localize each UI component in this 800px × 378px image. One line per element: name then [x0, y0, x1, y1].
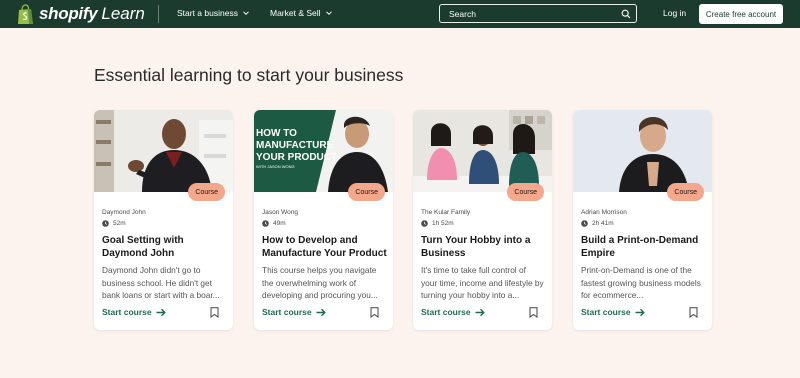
- bookmark-icon[interactable]: [689, 307, 698, 318]
- thumb-text-line: MANUFACTURE: [256, 140, 334, 151]
- search-icon[interactable]: [621, 9, 631, 19]
- top-navigation-bar: shopify Learn Start a business Market & …: [0, 0, 800, 28]
- course-title[interactable]: Turn Your Hobby into a Business: [421, 234, 546, 260]
- start-course-label: Start course: [102, 307, 152, 317]
- thumb-text-line: YOUR PRODUCT: [256, 152, 337, 163]
- course-badge: Course: [507, 183, 544, 201]
- course-card[interactable]: Course The Kular Family 1h 52m Turn Your…: [413, 110, 552, 330]
- search-box[interactable]: [439, 4, 637, 23]
- start-course-label: Start course: [421, 307, 471, 317]
- course-card[interactable]: Course Daymond John 52m Goal Setting wit…: [94, 110, 233, 330]
- start-course-link[interactable]: Start course: [421, 307, 485, 317]
- course-title[interactable]: Build a Print-on-Demand Empire: [581, 234, 706, 260]
- login-link[interactable]: Log in: [663, 8, 686, 18]
- chevron-down-icon: [243, 11, 249, 16]
- course-thumbnail: [413, 110, 552, 192]
- course-thumbnail: [94, 110, 233, 192]
- nav-item-label: Start a business: [177, 8, 238, 18]
- course-thumbnail: [573, 110, 712, 192]
- start-course-link[interactable]: Start course: [102, 307, 166, 317]
- clock-icon: [102, 220, 109, 227]
- course-badge: Course: [348, 183, 385, 201]
- thumb-text-line: HOW TO: [256, 128, 297, 139]
- nav-start-a-business[interactable]: Start a business: [177, 8, 250, 18]
- bookmark-icon[interactable]: [529, 307, 538, 318]
- brand-product: Learn: [101, 4, 145, 23]
- course-duration-text: 49m: [273, 220, 286, 227]
- search-input[interactable]: [449, 8, 619, 19]
- start-course-label: Start course: [262, 307, 312, 317]
- arrow-right-icon: [635, 308, 645, 316]
- course-title[interactable]: Goal Setting with Daymond John: [102, 234, 227, 260]
- bookmark-icon[interactable]: [370, 307, 379, 318]
- shopify-bag-icon: [18, 3, 33, 24]
- course-description: This course helps you navigate the overw…: [262, 265, 378, 300]
- clock-icon: [421, 220, 428, 227]
- nav-divider: [158, 5, 159, 23]
- course-thumbnail-image: [413, 110, 552, 192]
- start-course-link[interactable]: Start course: [581, 307, 645, 317]
- course-description: Daymond John didn't go to business schoo…: [102, 265, 220, 300]
- course-duration: 49m: [262, 220, 286, 227]
- bookmark-icon[interactable]: [210, 307, 219, 318]
- course-author: The Kular Family: [421, 209, 471, 216]
- start-course-link[interactable]: Start course: [262, 307, 326, 317]
- course-thumbnail-image: [94, 110, 233, 192]
- course-duration: 1h 52m: [421, 220, 454, 227]
- course-card[interactable]: HOW TO MANUFACTURE YOUR PRODUCT WITH JAS…: [254, 110, 393, 330]
- arrow-right-icon: [475, 308, 485, 316]
- course-author: Adrian Morrison: [581, 209, 627, 216]
- brand-name: shopify: [39, 4, 98, 23]
- course-duration: 52m: [102, 220, 126, 227]
- arrow-right-icon: [316, 308, 326, 316]
- course-card[interactable]: Course Adrian Morrison 2h 41m Build a Pr…: [573, 110, 712, 330]
- course-duration: 2h 41m: [581, 220, 614, 227]
- course-thumbnail-image: HOW TO MANUFACTURE YOUR PRODUCT WITH JAS…: [254, 110, 393, 192]
- course-duration-text: 52m: [113, 220, 126, 227]
- page-heading: Essential learning to start your busines…: [94, 65, 404, 85]
- create-account-button[interactable]: Create free account: [699, 4, 783, 24]
- course-author: Jason Wong: [262, 209, 299, 216]
- clock-icon: [581, 220, 588, 227]
- course-duration-text: 2h 41m: [592, 220, 614, 227]
- shopify-learn-logo[interactable]: shopify Learn: [16, 3, 145, 25]
- chevron-down-icon: [325, 11, 332, 16]
- course-description: It's time to take full control of your t…: [421, 265, 544, 300]
- course-thumbnail-image: [573, 110, 712, 192]
- course-thumbnail: HOW TO MANUFACTURE YOUR PRODUCT WITH JAS…: [254, 110, 393, 192]
- nav-market-and-sell[interactable]: Market & Sell: [270, 8, 333, 18]
- course-author: Daymond John: [102, 209, 146, 216]
- clock-icon: [262, 220, 269, 227]
- course-badge: Course: [667, 183, 704, 201]
- thumb-text-line: WITH JASON WONG: [256, 164, 295, 169]
- course-badge: Course: [188, 183, 225, 201]
- nav-item-label: Market & Sell: [270, 8, 321, 18]
- arrow-right-icon: [156, 308, 166, 316]
- course-title[interactable]: How to Develop and Manufacture Your Prod…: [262, 234, 387, 260]
- course-description: Print-on-Demand is one of the fastest gr…: [581, 265, 701, 300]
- start-course-label: Start course: [581, 307, 631, 317]
- course-duration-text: 1h 52m: [432, 220, 454, 227]
